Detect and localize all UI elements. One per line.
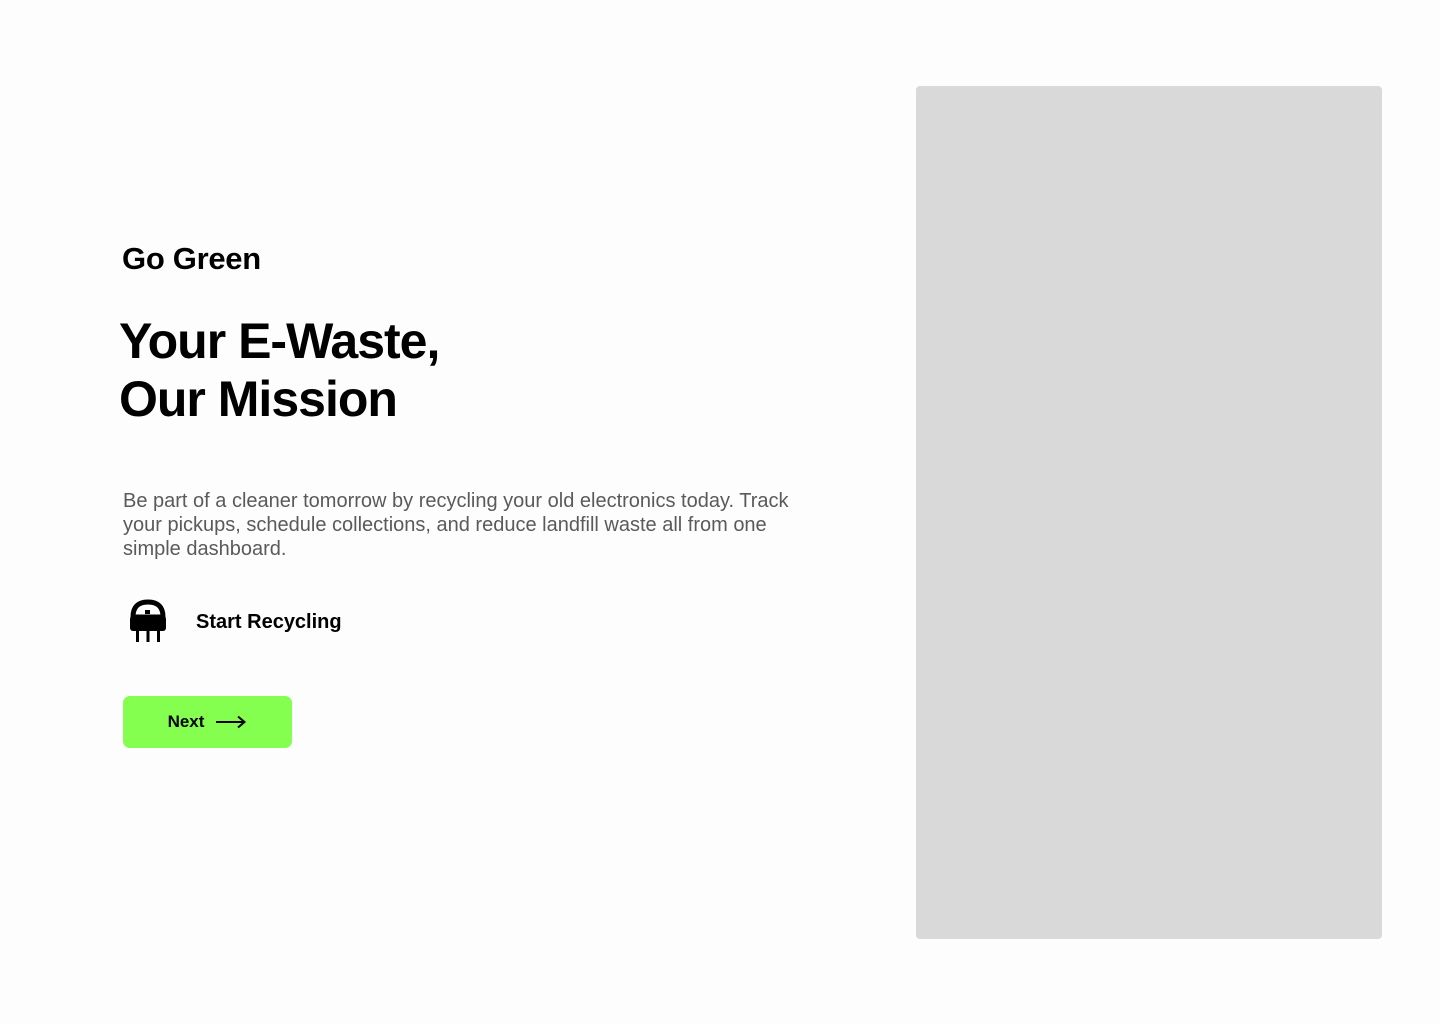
headline-line-2: Our Mission — [119, 371, 398, 427]
arrow-right-icon — [216, 715, 247, 729]
start-recycling-label: Start Recycling — [196, 610, 342, 633]
chip-icon — [130, 599, 166, 642]
headline-line-1: Your E-Waste, — [119, 313, 440, 369]
next-button[interactable]: Next — [123, 696, 292, 748]
hero-image-placeholder — [916, 86, 1382, 939]
hero-description: Be part of a cleaner tomorrow by recycli… — [123, 490, 789, 560]
next-button-label: Next — [167, 712, 205, 731]
start-recycling-row: Start Recycling — [127, 599, 342, 645]
page-headline: Your E-Waste, Our Mission — [119, 312, 440, 428]
brand-title: Go Green — [122, 241, 261, 276]
